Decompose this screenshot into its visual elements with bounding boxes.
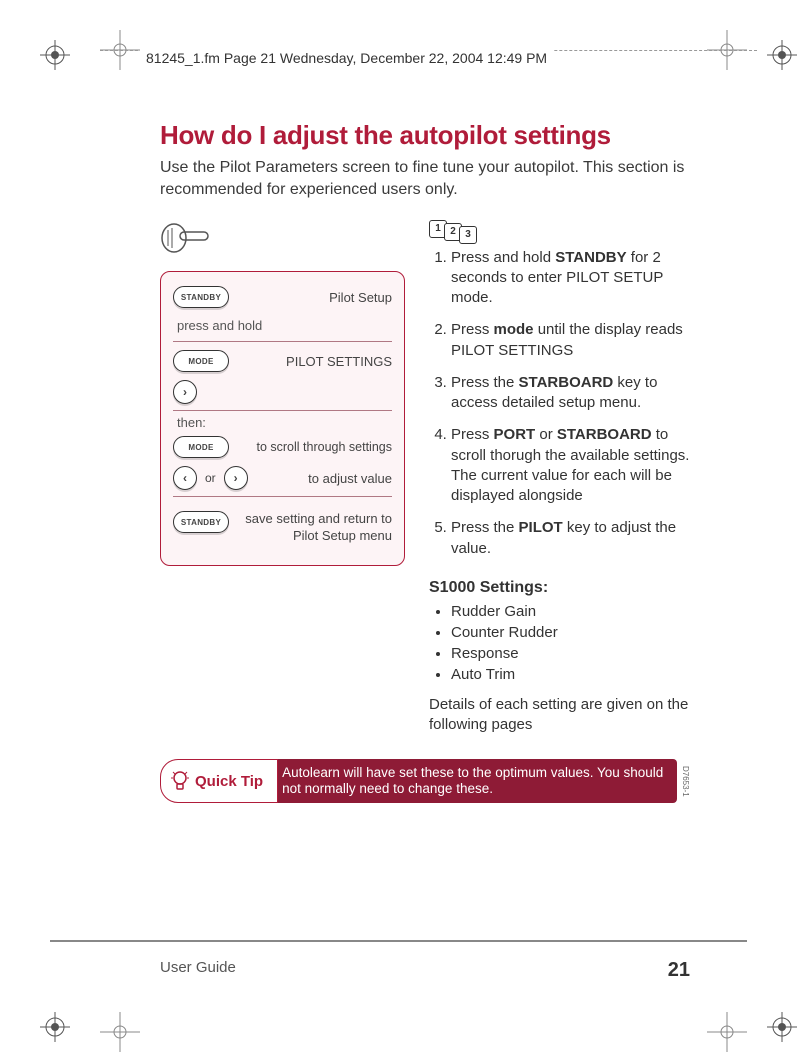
list-item: Response — [451, 643, 690, 664]
crop-mark-icon — [40, 40, 70, 70]
instruction-panel: STANDBY Pilot Setup press and hold MODE … — [160, 271, 405, 566]
panel-label: then: — [177, 415, 392, 430]
panel-label: PILOT SETTINGS — [286, 354, 392, 369]
list-item: Rudder Gain — [451, 601, 690, 622]
step-item: Press the STARBOARD key to access detail… — [451, 373, 690, 414]
crop-corner-icon — [707, 1012, 747, 1052]
step-item: Press PORT or STARBOARD to scroll thorug… — [451, 425, 690, 506]
panel-label: Pilot Setup — [329, 290, 392, 305]
crop-corner-icon — [100, 1012, 140, 1052]
lightbulb-icon — [171, 770, 189, 792]
starboard-arrow-icon: › — [173, 380, 197, 404]
quick-tip-body: Autolearn will have set these to the opt… — [270, 759, 677, 803]
footer-left: User Guide — [160, 959, 236, 982]
settings-note: Details of each setting are given on the… — [429, 695, 690, 736]
settings-heading: S1000 Settings: — [429, 579, 690, 597]
panel-label: press and hold — [177, 318, 262, 333]
step-item: Press the PILOT key to adjust the value. — [451, 518, 690, 559]
starboard-arrow-icon: › — [224, 466, 248, 490]
page-number: 21 — [668, 959, 690, 982]
crop-mark-icon — [767, 1012, 797, 1042]
quick-tip-label: Quick Tip — [160, 759, 278, 803]
list-item: Counter Rudder — [451, 622, 690, 643]
page-title: How do I adjust the autopilot settings — [160, 120, 690, 151]
panel-label: to scroll through settings — [257, 440, 393, 454]
quick-tip: Quick Tip Autolearn will have set these … — [160, 759, 690, 803]
steps-list: Press and hold STANDBY for 2 seconds to … — [429, 248, 690, 559]
mode-button-icon: MODE — [173, 350, 229, 372]
mode-button-icon: MODE — [173, 436, 229, 458]
list-item: Auto Trim — [451, 664, 690, 685]
step-item: Press and hold STANDBY for 2 seconds to … — [451, 248, 690, 309]
crop-mark-icon — [40, 1012, 70, 1042]
port-arrow-icon: ‹ — [173, 466, 197, 490]
page-footer: User Guide 21 — [160, 959, 690, 982]
running-header: 81245_1.fm Page 21 Wednesday, December 2… — [140, 48, 553, 68]
step-num: 3 — [459, 226, 477, 244]
standby-button-icon: STANDBY — [173, 286, 229, 308]
standby-button-icon: STANDBY — [173, 511, 229, 533]
intro-text: Use the Pilot Parameters screen to fine … — [160, 157, 690, 200]
quick-tip-text: Quick Tip — [195, 773, 263, 790]
panel-label: or — [205, 471, 216, 485]
panel-label: save setting and return to Pilot Setup m… — [237, 511, 392, 545]
settings-list: Rudder Gain Counter Rudder Response Auto… — [429, 601, 690, 685]
step-item: Press mode until the display reads PILOT… — [451, 320, 690, 361]
steps-badge-icon: 1 2 3 — [429, 220, 474, 238]
pointing-hand-icon — [160, 218, 405, 263]
diagram-code: D7653-1 — [677, 766, 690, 797]
panel-label: to adjust value — [308, 471, 392, 486]
footer-rule — [50, 940, 747, 942]
crop-mark-icon — [767, 40, 797, 70]
